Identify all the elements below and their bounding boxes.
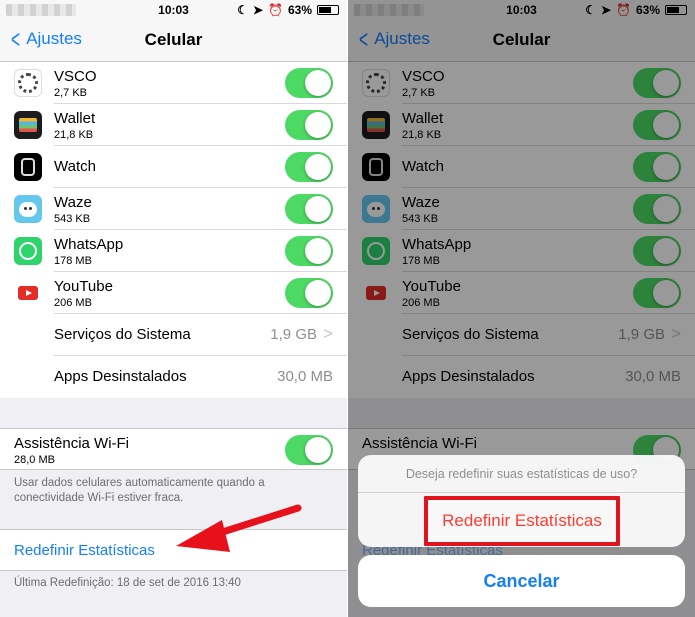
app-size: 178 MB [54, 255, 92, 267]
app-size: 206 MB [54, 297, 92, 309]
page-title: Celular [144, 30, 203, 49]
app-size: 21,8 KB [54, 129, 94, 141]
system-services-value: 1,9 GB [270, 326, 317, 343]
reset-confirmation-screen: 10:03 ☾ ➤ ⏰ 63% < Ajustes Celular VSCO 2… [348, 0, 695, 617]
cellular-settings-screen: 10:03 ☾ ➤ ⏰ 63% < Ajustes Celular VSCO 2… [0, 0, 347, 617]
confirm-reset-button[interactable]: Redefinir Estatísticas [424, 496, 620, 546]
cellular-toggle[interactable] [285, 236, 333, 266]
status-bar: 10:03 ☾ ➤ ⏰ 63% [0, 0, 347, 20]
chevron-right-icon: > [323, 324, 333, 343]
list-item: Waze 543 KB [0, 188, 347, 230]
cellular-toggle[interactable] [285, 278, 333, 308]
alarm-icon: ⏰ [268, 3, 283, 17]
action-sheet-question: Deseja redefinir suas estatísticas de us… [358, 455, 685, 493]
red-arrow-annotation [176, 504, 302, 552]
watch-icon [14, 153, 42, 181]
system-services-label: Serviços do Sistema [54, 326, 191, 343]
app-name: WhatsApp [54, 236, 124, 253]
uninstalled-apps-value: 30,0 MB [277, 368, 333, 385]
cellular-toggle[interactable] [285, 110, 333, 140]
app-name: Wallet [54, 110, 96, 127]
app-name: Waze [54, 194, 92, 211]
last-reset-text: Última Redefinição: 18 de set de 2016 13… [14, 577, 241, 589]
list-item: Wallet 21,8 KB [0, 104, 347, 146]
app-usage-list: VSCO 2,7 KB Wallet 21,8 KB Watch Waze 54… [0, 62, 347, 398]
app-size: 2,7 KB [54, 87, 88, 99]
navigation-bar: < Ajustes Celular [0, 20, 347, 62]
battery-icon [317, 5, 339, 15]
wifi-assist-toggle[interactable] [285, 435, 333, 465]
battery-percent: 63% [287, 3, 312, 17]
app-size: 543 KB [54, 213, 91, 225]
uninstalled-apps-label: Apps Desinstalados [54, 368, 187, 385]
cellular-toggle[interactable] [285, 68, 333, 98]
cellular-toggle[interactable] [285, 152, 333, 182]
vsco-icon [14, 69, 42, 97]
cellular-toggle[interactable] [285, 194, 333, 224]
app-name: Watch [54, 158, 96, 175]
app-name: VSCO [54, 68, 97, 85]
comparison-screenshot: 10:03 ☾ ➤ ⏰ 63% < Ajustes Celular VSCO 2… [0, 0, 695, 617]
location-icon: ➤ [252, 3, 264, 17]
wifi-assist-size: 28,0 MB [14, 454, 55, 466]
cancel-button[interactable]: Cancelar [358, 555, 685, 607]
reset-statistics-link[interactable]: Redefinir Estatísticas [14, 542, 155, 559]
youtube-icon [14, 279, 42, 307]
moon-icon: ☾ [237, 3, 248, 17]
wifi-assist-label: Assistência Wi-Fi [14, 435, 130, 452]
wifi-assist-row: Assistência Wi-Fi 28,0 MB [0, 428, 347, 470]
waze-icon [14, 195, 42, 223]
wallet-icon [14, 111, 42, 139]
list-item: VSCO 2,7 KB [0, 62, 347, 104]
uninstalled-apps-row: Apps Desinstalados 30,0 MB [0, 356, 347, 398]
list-item: Watch [0, 146, 347, 188]
system-services-row[interactable]: Serviços do Sistema 1,9 GB > [0, 314, 347, 356]
list-item: WhatsApp 178 MB [0, 230, 347, 272]
list-item: YouTube 206 MB [0, 272, 347, 314]
whatsapp-icon [14, 237, 42, 265]
app-name: YouTube [54, 278, 113, 295]
